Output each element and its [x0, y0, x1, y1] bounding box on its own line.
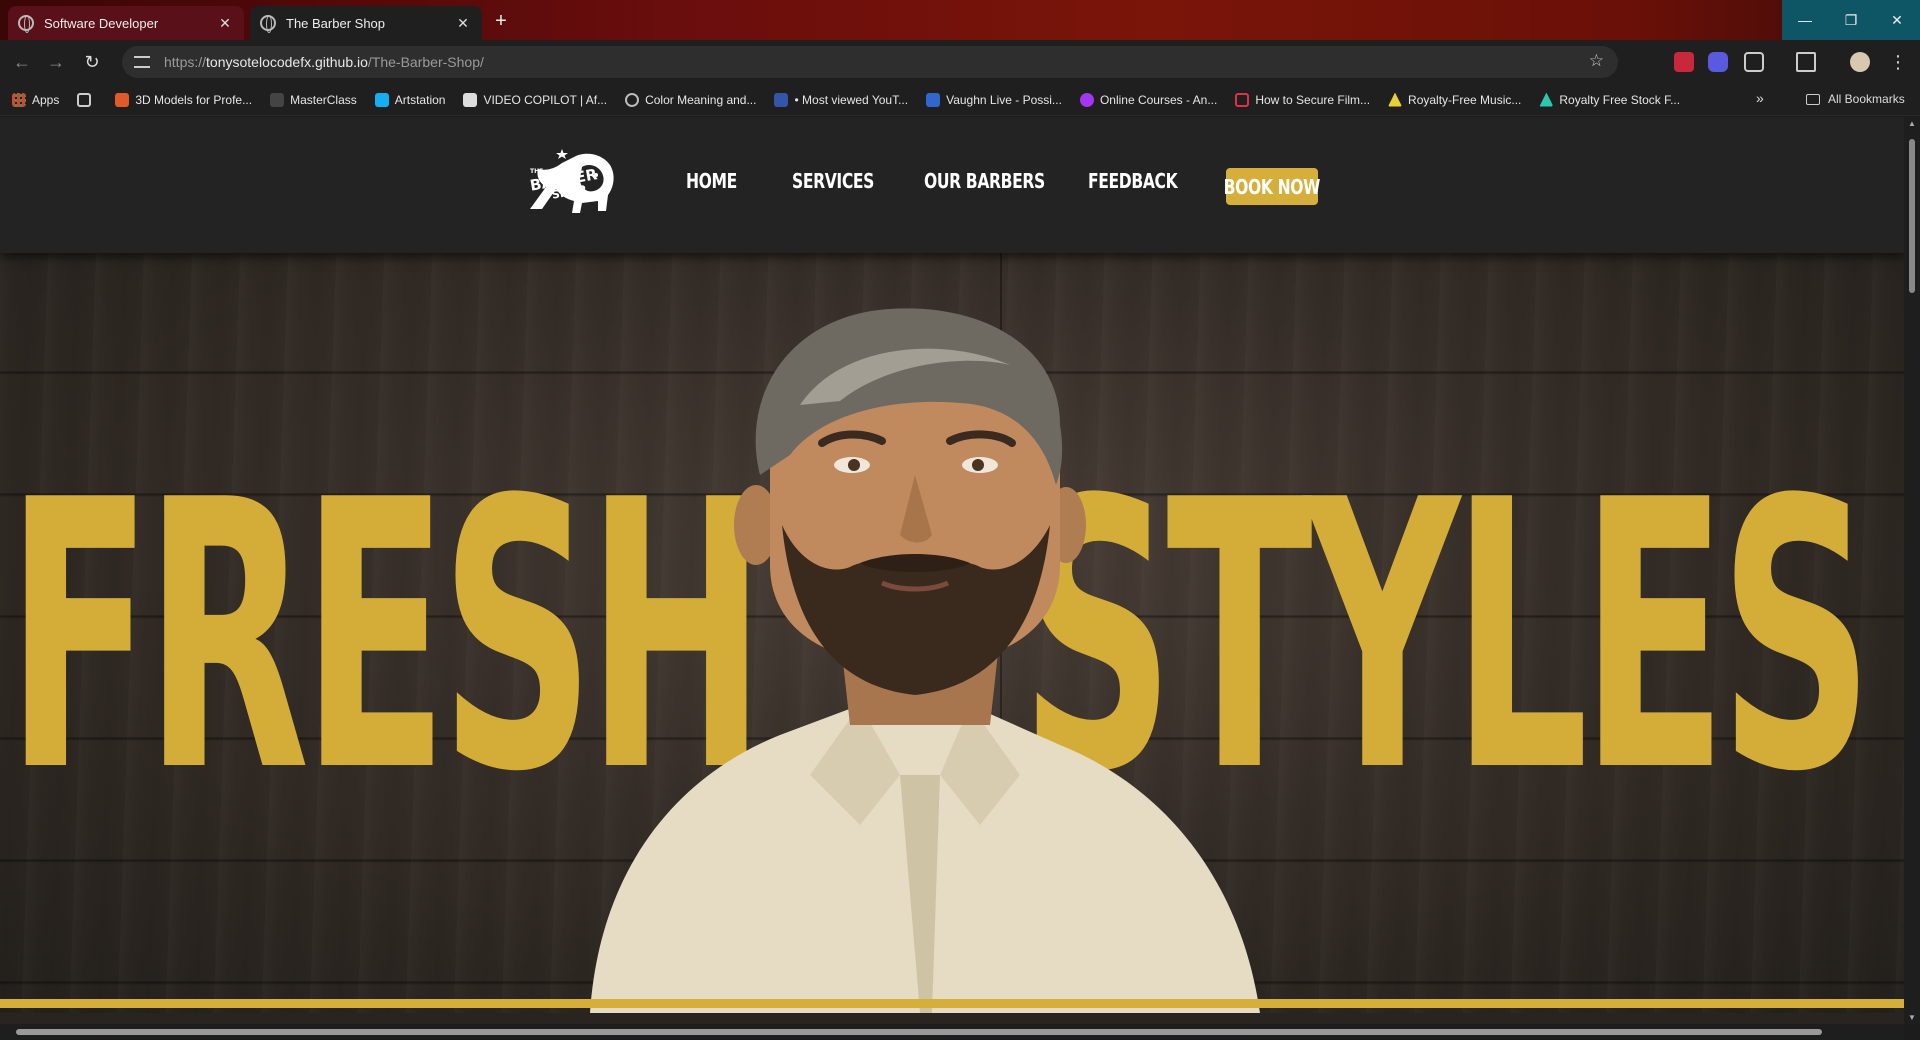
profile-avatar[interactable] — [1850, 52, 1870, 72]
udemy-icon — [1079, 92, 1094, 107]
gold-divider-line — [0, 999, 1904, 1008]
menu-kebab-icon[interactable]: ⋮ — [1886, 50, 1910, 74]
forward-arrow-icon[interactable]: → — [44, 50, 68, 74]
horizontal-scroll-thumb[interactable] — [16, 1029, 1822, 1035]
bookmark-star-icon[interactable]: ☆ — [1589, 51, 1604, 71]
site-header: THE BARBER SHOP HOME SERVICES OUR BARBER… — [0, 117, 1904, 253]
extensions-puzzle-icon[interactable] — [1744, 52, 1764, 72]
url-text: https://tonysotelocodefx.github.io/The-B… — [164, 54, 484, 70]
site-info-icon[interactable] — [134, 56, 150, 68]
nav-services[interactable]: SERVICES — [792, 169, 874, 193]
bookmark-artstation[interactable]: Artstation — [374, 92, 445, 107]
bookmarks-bar: Apps 3D Models for Profe... MasterClass … — [0, 84, 1920, 116]
minimize-window-button[interactable]: — — [1782, 0, 1828, 40]
nav-our-barbers[interactable]: OUR BARBERS — [924, 169, 1045, 193]
turbosquid-icon — [115, 92, 130, 107]
apps-grid-icon — [12, 92, 26, 107]
bookmark-video-copilot[interactable]: VIDEO COPILOT | Af... — [463, 92, 607, 107]
book-now-button[interactable]: BOOK NOW — [1224, 168, 1321, 205]
vertical-scrollbar[interactable]: ▲ ▼ — [1904, 117, 1920, 1024]
address-bar[interactable]: https://tonysotelocodefx.github.io/The-B… — [122, 46, 1618, 78]
barber-shop-lion-logo[interactable]: THE BARBER SHOP — [522, 147, 618, 217]
pocket-extension-icon[interactable] — [1674, 52, 1694, 72]
vertical-scroll-thumb[interactable] — [1909, 139, 1915, 293]
masterclass-icon — [270, 92, 285, 107]
image-icon — [774, 92, 789, 107]
more-bookmarks-chevron-icon[interactable]: » — [1756, 90, 1764, 106]
bookmark-royalty-free-stock[interactable]: Royalty Free Stock F... — [1539, 92, 1680, 107]
browser-toolbar: ← → ↻ https://tonysotelocodefx.github.io… — [0, 40, 1920, 84]
globe-icon — [625, 92, 640, 107]
horizontal-scrollbar[interactable] — [0, 1024, 1904, 1040]
videocopilot-icon — [463, 92, 478, 107]
tab-title: Software Developer — [44, 15, 159, 31]
scroll-down-arrow-icon[interactable]: ▼ — [1908, 1013, 1916, 1022]
vaughn-icon — [926, 92, 941, 107]
close-tab-icon[interactable]: ✕ — [216, 15, 234, 32]
bookmark-vaughn-live[interactable]: Vaughn Live - Possi... — [926, 92, 1062, 107]
reload-icon[interactable]: ↻ — [80, 50, 104, 74]
web-page: THE BARBER SHOP HOME SERVICES OUR BARBER… — [0, 117, 1904, 1024]
tab-title: The Barber Shop — [286, 15, 386, 31]
nav-home[interactable]: HOME — [686, 169, 737, 193]
new-tab-button[interactable]: + — [488, 8, 514, 34]
bookmark-grid[interactable] — [77, 92, 97, 107]
tab-the-barber-shop[interactable]: The Barber Shop ✕ — [250, 6, 482, 40]
bookmark-most-viewed[interactable]: • Most viewed YouT... — [774, 92, 908, 107]
browser-tab-strip: Software Developer ✕ The Barber Shop ✕ +… — [0, 0, 1920, 40]
folder-icon — [1806, 93, 1820, 105]
globe-icon — [18, 15, 34, 33]
bookmark-color-meaning[interactable]: Color Meaning and... — [625, 92, 756, 107]
nav-feedback[interactable]: FEEDBACK — [1088, 169, 1178, 193]
restore-window-button[interactable]: ❐ — [1828, 0, 1874, 40]
bookmark-online-courses[interactable]: Online Courses - An... — [1079, 92, 1217, 107]
scroll-up-arrow-icon[interactable]: ▲ — [1908, 119, 1916, 128]
tab-search-icon[interactable] — [1796, 52, 1816, 72]
grid-icon — [77, 92, 92, 107]
bookmark-royalty-free-music[interactable]: Royalty-Free Music... — [1388, 92, 1521, 107]
tab-software-developer[interactable]: Software Developer ✕ — [8, 6, 244, 40]
chat-icon — [1235, 92, 1250, 107]
close-tab-icon[interactable]: ✕ — [454, 15, 472, 32]
artstation-icon — [374, 92, 389, 107]
extension-icon[interactable] — [1708, 52, 1728, 72]
back-arrow-icon[interactable]: ← — [10, 50, 34, 74]
bookmark-apps[interactable]: Apps — [12, 92, 59, 107]
globe-icon — [260, 15, 276, 33]
bookmark-3d-models[interactable]: 3D Models for Profe... — [115, 92, 252, 107]
triangle-icon — [1539, 92, 1554, 107]
all-bookmarks-button[interactable]: All Bookmarks — [1806, 92, 1905, 106]
triangle-icon — [1388, 92, 1403, 107]
bookmark-masterclass[interactable]: MasterClass — [270, 92, 357, 107]
bookmark-secure-film[interactable]: How to Secure Film... — [1235, 92, 1370, 107]
bearded-man-portrait-image — [590, 308, 1260, 1013]
hero-section: FRESH STYLES — [0, 253, 1904, 1013]
close-window-button[interactable]: ✕ — [1874, 0, 1920, 40]
